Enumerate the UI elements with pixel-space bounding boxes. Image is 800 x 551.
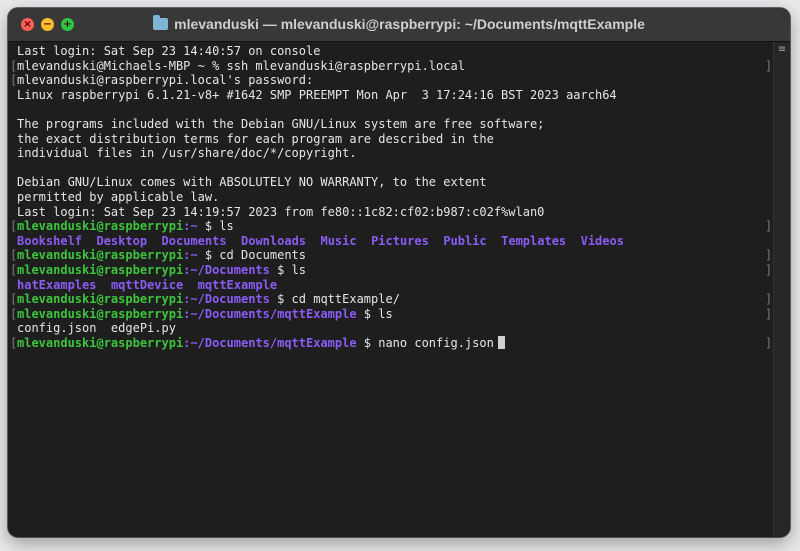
terminal-line: Last login: Sat Sep 23 14:40:57 on conso… xyxy=(17,44,774,59)
prompt-path: :~/Documents xyxy=(183,292,270,307)
prompt-line: [mlevanduski@raspberrypi:~/Documents $ c… xyxy=(10,292,774,307)
dir-entry: Downloads xyxy=(241,233,307,248)
file-listing: config.json edgePi.py xyxy=(17,321,176,336)
line-text: The programs included with the Debian GN… xyxy=(17,116,545,131)
dir-entry: Music xyxy=(320,233,357,248)
hamburger-menu-icon[interactable]: ≡ xyxy=(777,45,787,55)
dir-entry: mqttExample xyxy=(197,277,278,292)
line-text: mlevanduski@raspberrypi.local's password… xyxy=(17,73,314,88)
line-bracket-left: [ xyxy=(10,262,18,277)
line-bracket-left: [ xyxy=(10,248,18,263)
prompt-line: [mlevanduski@raspberrypi:~/Documents/mqt… xyxy=(10,306,774,322)
folder-icon xyxy=(153,15,169,30)
prompt-line: [mlevanduski@raspberrypi:~/Documents $ l… xyxy=(10,262,774,278)
line-text: mlevanduski@Michaels-MBP ~ % ssh mlevand… xyxy=(17,58,465,73)
prompt-command: $ ls xyxy=(197,219,234,234)
dir-entry: Videos xyxy=(580,233,624,248)
prompt-command: $ cd mqttExample/ xyxy=(269,292,400,307)
dir-entry: Desktop xyxy=(96,233,148,248)
dir-entry: Documents xyxy=(161,233,227,248)
prompt-user: mlevanduski@raspberrypi xyxy=(17,262,184,277)
dir-entry: Public xyxy=(443,233,487,248)
terminal-line: Last login: Sat Sep 23 14:19:57 2023 fro… xyxy=(17,205,774,220)
terminal-line: [mlevanduski@raspberrypi.local's passwor… xyxy=(10,73,774,88)
dir-entry: Bookshelf xyxy=(17,233,83,248)
prompt-command: $ ls xyxy=(356,306,393,321)
terminal-window: × − + mlevanduski — mlevanduski@raspberr… xyxy=(8,8,790,537)
window-title-text: mlevanduski — mlevanduski@raspberrypi: ~… xyxy=(174,16,645,32)
terminal-line: individual files in /usr/share/doc/*/cop… xyxy=(17,146,774,161)
line-text: Debian GNU/Linux comes with ABSOLUTELY N… xyxy=(17,175,487,190)
line-bracket-left: [ xyxy=(10,219,18,234)
terminal-line: Linux raspberrypi 6.1.21-v8+ #1642 SMP P… xyxy=(17,88,774,103)
listing-line: hatExamples mqttDevice mqttExample xyxy=(17,278,774,293)
prompt-line: [mlevanduski@raspberrypi:~ $ cd Document… xyxy=(10,248,774,263)
line-bracket-left: [ xyxy=(10,335,18,350)
prompt-user: mlevanduski@raspberrypi xyxy=(17,292,184,307)
line-bracket-left: [ xyxy=(10,73,18,88)
terminal-line: permitted by applicable law. xyxy=(17,190,774,205)
line-bracket-right: ] xyxy=(765,219,773,234)
listing-line: config.json edgePi.py xyxy=(17,321,774,336)
line-text: individual files in /usr/share/doc/*/cop… xyxy=(17,146,357,161)
window-title: mlevanduski — mlevanduski@raspberrypi: ~… xyxy=(8,8,790,41)
line-bracket-right: ] xyxy=(765,335,773,350)
prompt-command: $ nano config.json xyxy=(356,335,494,350)
line-bracket-right: ] xyxy=(765,262,773,277)
line-text: Last login: Sat Sep 23 14:19:57 2023 fro… xyxy=(17,204,545,219)
line-bracket-left: [ xyxy=(10,58,18,73)
line-bracket-left: [ xyxy=(10,292,18,307)
line-text: Last login: Sat Sep 23 14:40:57 on conso… xyxy=(17,44,321,58)
dir-entry: mqttDevice xyxy=(110,277,184,292)
prompt-line: [mlevanduski@raspberrypi:~ $ ls] xyxy=(10,219,774,234)
prompt-path: :~/Documents/mqttExample xyxy=(183,335,357,350)
line-bracket-right: ] xyxy=(765,58,773,73)
prompt-path: :~ xyxy=(183,248,198,263)
dir-entry: hatExamples xyxy=(17,277,97,292)
prompt-command: $ cd Documents xyxy=(197,248,306,263)
line-bracket-right: ] xyxy=(765,306,773,321)
terminal-line: The programs included with the Debian GN… xyxy=(17,117,774,132)
line-text: the exact distribution terms for each pr… xyxy=(17,131,494,146)
line-text: Linux raspberrypi 6.1.21-v8+ #1642 SMP P… xyxy=(17,87,617,102)
dir-entry: Pictures xyxy=(371,233,429,248)
line-bracket-right: ] xyxy=(765,248,773,263)
scrollbar[interactable]: ≡ xyxy=(773,42,790,537)
terminal-line: the exact distribution terms for each pr… xyxy=(17,132,774,147)
title-bar: × − + mlevanduski — mlevanduski@raspberr… xyxy=(8,8,790,42)
prompt-command: $ ls xyxy=(269,262,306,277)
line-bracket-right: ] xyxy=(765,292,773,307)
terminal-line: [mlevanduski@Michaels-MBP ~ % ssh mlevan… xyxy=(10,58,774,74)
terminal-line: Debian GNU/Linux comes with ABSOLUTELY N… xyxy=(17,175,774,190)
line-bracket-left: [ xyxy=(10,306,18,321)
line-text: permitted by applicable law. xyxy=(17,189,220,204)
prompt-user: mlevanduski@raspberrypi xyxy=(17,219,184,234)
prompt-path: :~/Documents/mqttExample xyxy=(183,306,357,321)
prompt-user: mlevanduski@raspberrypi xyxy=(17,306,184,321)
dir-entry: Templates xyxy=(501,233,567,248)
prompt-user: mlevanduski@raspberrypi xyxy=(17,248,184,263)
terminal-output[interactable]: Last login: Sat Sep 23 14:40:57 on conso… xyxy=(8,42,774,537)
prompt-user: mlevanduski@raspberrypi xyxy=(17,335,184,350)
listing-line: Bookshelf Desktop Documents Downloads Mu… xyxy=(17,234,774,249)
text-cursor xyxy=(497,335,505,349)
prompt-path: :~/Documents xyxy=(183,262,270,277)
prompt-path: :~ xyxy=(183,219,198,234)
prompt-line: [mlevanduski@raspberrypi:~/Documents/mqt… xyxy=(10,335,774,351)
